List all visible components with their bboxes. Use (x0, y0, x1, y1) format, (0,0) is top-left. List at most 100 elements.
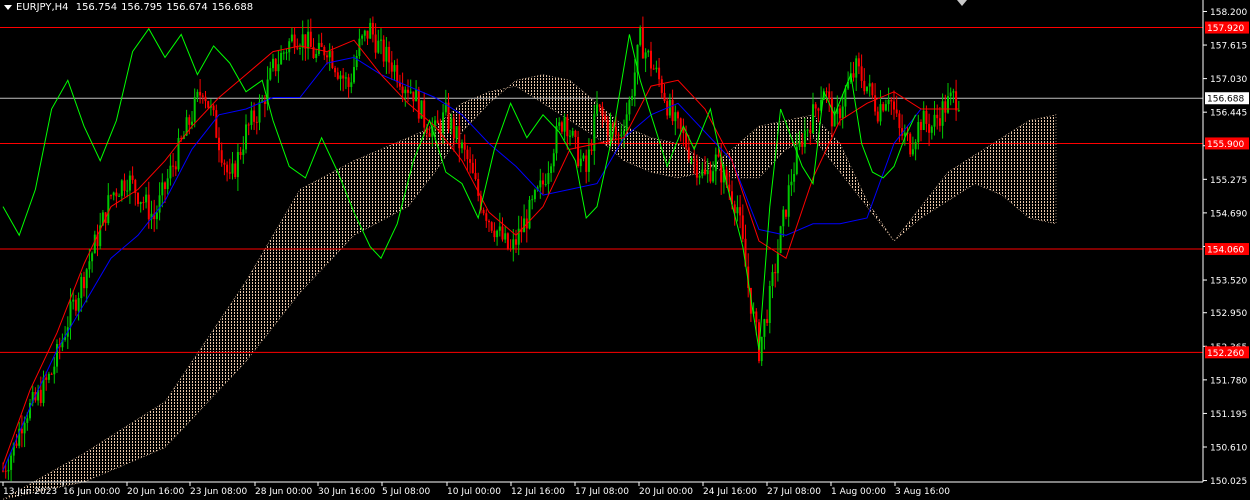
candle-body (355, 56, 358, 68)
candle-body (763, 319, 766, 337)
candle-body (350, 82, 353, 87)
y-tick-label: 151.780 (1210, 376, 1247, 386)
candle-body (366, 30, 369, 39)
candle-body (855, 58, 858, 78)
candle-body (650, 50, 652, 69)
candle-body (566, 117, 569, 137)
candle-body (609, 123, 612, 136)
candle-body (285, 52, 288, 54)
candle-body (736, 207, 739, 214)
candle-body (801, 141, 804, 147)
candle-body (668, 100, 671, 116)
candle-body (604, 115, 607, 121)
candle-body (196, 91, 199, 98)
level-tag-label: 155.900 (1207, 140, 1244, 150)
candle-body (309, 31, 312, 47)
candle-body (137, 192, 139, 204)
candle-body (563, 117, 566, 132)
candle-body (234, 163, 237, 178)
candle-body (806, 129, 809, 131)
candle-body (685, 133, 688, 148)
candle-body (4, 470, 7, 472)
candle-body (299, 47, 301, 49)
x-tick-label: 12 Jul 16:00 (511, 487, 565, 497)
candle-body (898, 113, 901, 129)
candle-body (830, 98, 833, 127)
candle-body (874, 95, 877, 112)
candle-body (957, 110, 960, 112)
candle-body (442, 112, 445, 133)
candle-body (631, 95, 634, 101)
candle-body (766, 319, 769, 323)
candle-body (790, 181, 793, 186)
candle-body (928, 123, 931, 133)
candle-body (242, 149, 245, 155)
candle-body (455, 126, 458, 139)
candle-body (693, 158, 696, 161)
candle-body (490, 222, 493, 231)
candle-body (922, 110, 925, 130)
candle-body (204, 96, 207, 102)
candle-body (404, 89, 407, 94)
candle-body (320, 42, 323, 47)
candle-body (169, 165, 172, 179)
candle-body (461, 142, 463, 149)
x-tick-label: 17 Jul 08:00 (575, 487, 629, 497)
candle-body (396, 65, 399, 83)
candle-body (428, 133, 431, 137)
candle-body (77, 298, 80, 311)
candle-body (544, 184, 547, 186)
candle-body (574, 130, 577, 137)
candle-body (955, 91, 958, 111)
candle-body (558, 122, 561, 126)
candle-body (628, 100, 631, 115)
candle-body (658, 67, 661, 80)
x-tick-label: 3 Aug 16:00 (895, 487, 950, 497)
candle-body (512, 239, 515, 249)
candle-body (860, 66, 863, 81)
candle-body (639, 27, 642, 45)
candle-body (272, 58, 274, 69)
candle-body (593, 113, 596, 151)
candle-body (717, 154, 720, 157)
candle-body (585, 155, 588, 172)
candle-body (274, 58, 277, 72)
candle-body (161, 182, 164, 196)
x-tick-label: 20 Jun 16:00 (127, 487, 184, 497)
candle-body (652, 68, 655, 70)
candle-body (871, 83, 874, 96)
candle-body (857, 58, 860, 67)
candle-body (317, 42, 320, 55)
candle-body (809, 129, 812, 134)
candle-body (690, 158, 693, 160)
candle-body (417, 89, 420, 119)
candle-body (393, 65, 396, 72)
candle-body (709, 170, 712, 182)
candle-body (793, 174, 796, 182)
candle-body (172, 165, 175, 167)
candle-body (828, 91, 831, 99)
candle-body (914, 142, 917, 150)
candle-body (698, 175, 701, 178)
candle-body (290, 34, 293, 42)
candle-body (687, 147, 690, 160)
candle-body (385, 46, 388, 62)
candle-body (131, 175, 134, 180)
candle-body (493, 230, 496, 238)
candle-body (201, 95, 204, 97)
price-chart[interactable]: 158.200157.615157.030156.445155.860155.2… (0, 0, 1250, 500)
candle-body (938, 118, 941, 126)
candle-body (504, 233, 507, 240)
candle-body (577, 136, 580, 167)
candle-body (26, 418, 29, 423)
candle-body (118, 195, 121, 197)
candle-body (282, 52, 285, 54)
candle-body (245, 124, 247, 150)
candle-body (255, 121, 258, 123)
x-tick-label: 27 Jul 08:00 (767, 487, 821, 497)
candle-body (741, 215, 744, 239)
x-tick-label: 20 Jul 00:00 (639, 487, 693, 497)
candle-body (231, 163, 234, 174)
candle-body (949, 92, 952, 97)
candle-body (331, 50, 334, 68)
